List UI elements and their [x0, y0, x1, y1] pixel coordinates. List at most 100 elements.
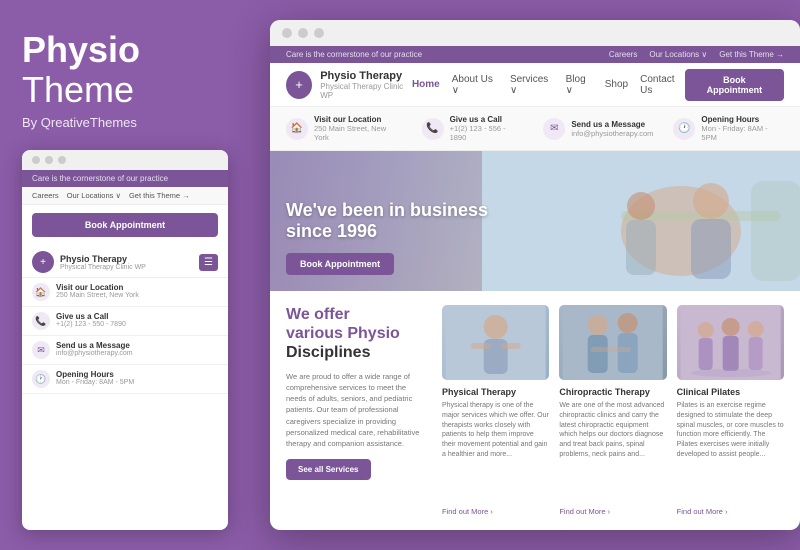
mini-phone-icon: 📞 [32, 312, 50, 330]
card-cp-image [677, 305, 784, 380]
browser-dot3 [314, 28, 324, 38]
brand-title: Physio Theme By QreativeThemes [22, 30, 228, 150]
top-careers-link[interactable]: Careers [609, 50, 637, 59]
mini-hours-label: Opening Hours [56, 370, 134, 379]
card-pt-link[interactable]: Find out More › [442, 507, 549, 516]
phone-label: Give us a Call [450, 115, 524, 124]
hero-title: We've been in business since 1996 [286, 200, 488, 243]
nav-links: Home About Us ∨ Services ∨ Blog ∨ Shop C… [412, 74, 685, 96]
mini-hours-value: Mon - Friday: 8AM - 5PM [56, 379, 134, 386]
phone-value: +1(2) 123 - 556 - 1890 [450, 124, 524, 142]
mini-browser-bar [22, 150, 228, 170]
browser-dot2 [298, 28, 308, 38]
nav-book-button[interactable]: Book Appointment [685, 69, 784, 101]
mini-hamburger-button[interactable]: ☰ [199, 254, 218, 271]
nav-logo-sub: Physical Therapy Clinic WP [320, 82, 412, 100]
mini-header-row: + Physio Therapy Physical Therapy Clinic… [22, 245, 228, 278]
mini-nav-careers[interactable]: Careers [32, 191, 59, 200]
mini-clock-icon: 🕐 [32, 370, 50, 388]
info-hours: 🕐 Opening Hours Mon - Friday: 8AM - 5PM [673, 115, 784, 142]
card-pt-title: Physical Therapy [442, 387, 549, 397]
mini-logo-sub: Physical Therapy Clinic WP [60, 264, 193, 271]
content-cards: Physical Therapy Physical therapy is one… [442, 305, 784, 516]
hero-content: We've been in business since 1996 Book A… [270, 200, 504, 291]
see-services-button[interactable]: See all Services [286, 459, 371, 480]
clock-icon: 🕐 [673, 118, 695, 140]
mini-logo-circle: + [32, 251, 54, 273]
location-icon: 🏠 [286, 118, 308, 140]
content-main-title: We offer various Physio Disciplines [286, 305, 426, 363]
nav-shop[interactable]: Shop [605, 79, 628, 90]
content-title-black: Disciplines [286, 344, 370, 361]
left-panel: Physio Theme By QreativeThemes Care is t… [0, 0, 248, 550]
info-location: 🏠 Visit our Location 250 Main Street, Ne… [286, 115, 402, 142]
dot2 [45, 156, 53, 164]
card-pt-desc: Physical therapy is one of the major ser… [442, 401, 549, 503]
mini-logo-name: Physio Therapy [60, 254, 193, 264]
mini-browser: Care is the cornerstone of our practice … [22, 150, 228, 530]
info-phone: 📞 Give us a Call +1(2) 123 - 556 - 1890 [422, 115, 524, 142]
top-bar-links: Careers Our Locations ∨ Get this Theme → [609, 50, 784, 59]
card-ct-img-bg [559, 305, 666, 380]
card-pilates: Clinical Pilates Pilates is an exercise … [677, 305, 784, 516]
main-browser: Care is the cornerstone of our practice … [270, 20, 800, 530]
nav-contact[interactable]: Contact Us [640, 74, 685, 96]
top-theme-link[interactable]: Get this Theme → [719, 50, 784, 59]
nav-blog[interactable]: Blog ∨ [566, 74, 593, 96]
mini-nav-bar: Careers Our Locations ∨ Get this Theme → [22, 187, 228, 205]
dot3 [58, 156, 66, 164]
browser-bar [270, 20, 800, 46]
browser-content: Care is the cornerstone of our practice … [270, 46, 800, 530]
mini-location-label: Visit our Location [56, 283, 139, 292]
card-cp-desc: Pilates is an exercise regime designed t… [677, 401, 784, 503]
top-tagline: Care is the cornerstone of our practice [286, 50, 422, 59]
email-label: Send us a Message [571, 120, 653, 129]
brand-by: By QreativeThemes [22, 115, 228, 130]
card-chiropractic: Chiropractic Therapy We are one of the m… [559, 305, 666, 516]
dot1 [32, 156, 40, 164]
hero-book-button[interactable]: Book Appointment [286, 253, 394, 275]
brand-bold: Physio [22, 30, 228, 70]
mini-email-row: ✉ Send us a Message info@physiotherapy.c… [22, 336, 228, 365]
hours-label: Opening Hours [701, 115, 784, 124]
top-locations-link[interactable]: Our Locations ∨ [649, 50, 707, 59]
brand-light: Theme [22, 70, 228, 110]
mini-phone-label: Give us a Call [56, 312, 126, 321]
main-nav: + Physio Therapy Physical Therapy Clinic… [270, 63, 800, 107]
location-label: Visit our Location [314, 115, 402, 124]
mini-hours-row: 🕐 Opening Hours Mon - Friday: 8AM - 5PM [22, 365, 228, 394]
nav-logo: + Physio Therapy Physical Therapy Clinic… [286, 70, 412, 100]
content-description: We are proud to offer a wide range of co… [286, 371, 426, 450]
nav-about[interactable]: About Us ∨ [452, 74, 498, 96]
mini-nav-links: Careers Our Locations ∨ Get this Theme → [32, 191, 190, 200]
phone-icon: 📞 [422, 118, 444, 140]
nav-home[interactable]: Home [412, 79, 440, 90]
card-ct-desc: We are one of the most advanced chiropra… [559, 401, 666, 503]
hours-value: Mon - Friday: 8AM - 5PM [701, 124, 784, 142]
mini-logo-text: Physio Therapy Physical Therapy Clinic W… [60, 254, 193, 271]
browser-dot1 [282, 28, 292, 38]
nav-logo-name: Physio Therapy [320, 70, 412, 82]
card-pt-img-bg [442, 305, 549, 380]
mini-email-label: Send us a Message [56, 341, 133, 350]
card-cp-link[interactable]: Find out More › [677, 507, 784, 516]
nav-services[interactable]: Services ∨ [510, 74, 554, 96]
email-value: info@physiotherapy.com [571, 129, 653, 138]
mini-email-icon: ✉ [32, 341, 50, 359]
nav-logo-circle: + [286, 71, 312, 99]
mini-nav-locations[interactable]: Our Locations ∨ [67, 191, 121, 200]
nav-logo-text: Physio Therapy Physical Therapy Clinic W… [320, 70, 412, 100]
card-physical-therapy: Physical Therapy Physical therapy is one… [442, 305, 549, 516]
content-left: We offer various Physio Disciplines We a… [286, 305, 426, 516]
mini-book-button[interactable]: Book Appointment [32, 213, 218, 237]
card-cp-title: Clinical Pilates [677, 387, 784, 397]
mini-top-bar: Care is the cornerstone of our practice [22, 170, 228, 187]
card-ct-link[interactable]: Find out More › [559, 507, 666, 516]
mini-location-icon: 🏠 [32, 283, 50, 301]
card-ct-image [559, 305, 666, 380]
mini-nav-get-theme[interactable]: Get this Theme → [129, 191, 190, 200]
mini-email-value: info@physiotherapy.com [56, 350, 133, 357]
hero-image [482, 151, 800, 291]
email-icon: ✉ [543, 118, 565, 140]
location-value: 250 Main Street, New York [314, 124, 402, 142]
